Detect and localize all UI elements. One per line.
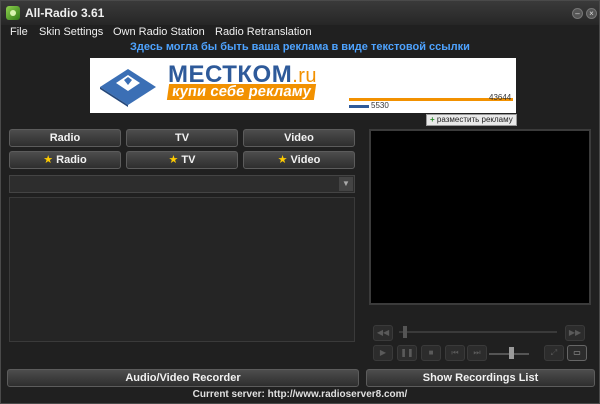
station-list[interactable]: [9, 197, 355, 342]
banner-stat-2: 5530: [371, 101, 389, 110]
ad-text-link[interactable]: Здесь могла бы быть ваша реклама в виде …: [1, 41, 599, 53]
place-ad-link[interactable]: + разместить рекламу: [426, 114, 517, 126]
status-bar: Current server: http://www.radioserver8.…: [192, 389, 408, 400]
menu-own-radio-station[interactable]: Own Radio Station: [113, 26, 205, 38]
volume-handle[interactable]: [509, 347, 514, 359]
tab-video[interactable]: Video: [243, 129, 355, 147]
seek-back-icon[interactable]: ◀◀: [373, 325, 393, 341]
banner-slogan: купи себе рекламу: [166, 83, 316, 100]
tab-radio[interactable]: Radio: [9, 129, 121, 147]
favorites-radio-button[interactable]: ★ Radio: [9, 151, 121, 169]
seek-handle[interactable]: [403, 326, 407, 338]
tab-tv[interactable]: TV: [126, 129, 238, 147]
star-icon: ★: [277, 154, 288, 166]
stop-icon[interactable]: ■: [421, 345, 441, 361]
favorites-video-button[interactable]: ★ Video: [243, 151, 355, 169]
category-dropdown[interactable]: ▼: [9, 175, 355, 193]
banner-stat-bar-2: [349, 105, 369, 108]
seek-forward-icon[interactable]: ▶▶: [565, 325, 585, 341]
window-title: All-Radio 3.61: [25, 6, 105, 20]
fullscreen-icon[interactable]: ⤢: [544, 345, 564, 361]
star-icon: ★: [43, 154, 54, 166]
previous-icon[interactable]: ⏮: [445, 345, 465, 361]
app-logo-icon: [6, 6, 20, 20]
menu-file[interactable]: File: [10, 26, 28, 38]
menu-radio-retranslation[interactable]: Radio Retranslation: [215, 26, 312, 38]
banner-stat-1: 43644: [489, 93, 512, 102]
title-bar[interactable]: All-Radio 3.61 – ×: [1, 1, 599, 25]
show-recordings-list-button[interactable]: Show Recordings List: [366, 369, 595, 387]
audio-video-recorder-button[interactable]: Audio/Video Recorder: [7, 369, 359, 387]
banner-logo-icon: [100, 69, 156, 107]
chevron-down-icon[interactable]: ▼: [339, 177, 353, 191]
seek-bar[interactable]: [399, 331, 557, 333]
close-icon[interactable]: ×: [586, 8, 597, 19]
app-window: All-Radio 3.61 – × File Skin Settings Ow…: [0, 0, 600, 404]
play-icon[interactable]: ▶: [373, 345, 393, 361]
next-icon[interactable]: ⏭: [467, 345, 487, 361]
player-controls: ◀◀ ▶▶ ▶ ❚❚ ■ ⏮ ⏭ ⤢ ▭: [369, 319, 591, 367]
star-icon: ★: [168, 154, 179, 166]
pause-icon[interactable]: ❚❚: [397, 345, 417, 361]
menu-skin-settings[interactable]: Skin Settings: [39, 26, 103, 38]
minimize-icon[interactable]: –: [572, 8, 583, 19]
folder-icon[interactable]: ▭: [567, 345, 587, 361]
plus-icon: +: [430, 115, 435, 124]
video-screen[interactable]: [369, 129, 591, 305]
menu-bar: File Skin Settings Own Radio Station Rad…: [1, 25, 599, 41]
favorites-tv-button[interactable]: ★ TV: [126, 151, 238, 169]
ad-banner[interactable]: МЕСТКОМ.ru купи себе рекламу 43644 5530: [90, 58, 516, 113]
